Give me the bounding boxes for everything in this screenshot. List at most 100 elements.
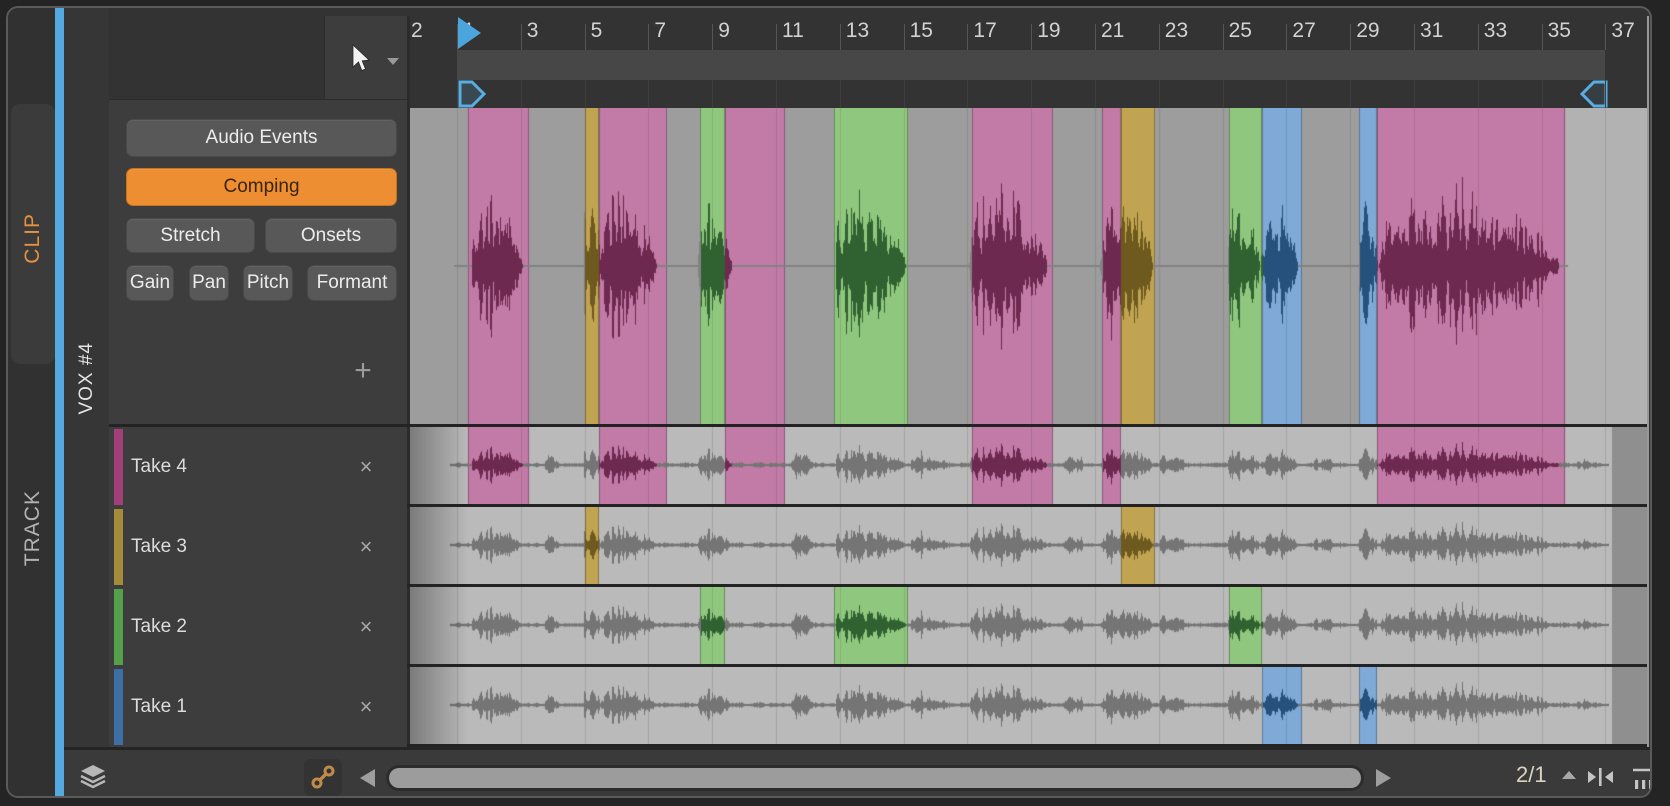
comp-result-area[interactable] xyxy=(410,108,1647,424)
caret-up-icon[interactable] xyxy=(1562,771,1576,779)
ruler-tick xyxy=(1541,24,1543,50)
ruler-label: 37 xyxy=(1611,19,1635,42)
layers-icon[interactable] xyxy=(78,763,108,791)
link-icon xyxy=(311,765,335,789)
take-name-label: Take 2 xyxy=(131,616,187,637)
marker-row-gridline xyxy=(1031,80,1033,108)
clip-accent-line xyxy=(55,8,64,796)
take-lane-take3[interactable] xyxy=(410,507,1647,587)
panel-button-pan[interactable]: Pan xyxy=(189,265,229,301)
scroll-right-icon[interactable] xyxy=(1376,769,1391,787)
marker-row-gridline xyxy=(1222,80,1224,108)
take-name-label: Take 1 xyxy=(131,696,187,717)
marker-row-gridline xyxy=(712,80,714,108)
panel-button-stretch[interactable]: Stretch xyxy=(126,218,255,253)
marker-row-gridline xyxy=(1605,80,1607,108)
playhead-marker[interactable] xyxy=(457,16,483,50)
ruler-tick xyxy=(1222,24,1224,50)
panel-button-formant[interactable]: Formant xyxy=(307,265,397,301)
arrow-cursor-icon xyxy=(352,44,370,72)
ruler-label: 17 xyxy=(973,19,997,42)
marker-row-gridline xyxy=(839,80,841,108)
ruler-label: 27 xyxy=(1292,19,1316,42)
zoom-to-fit-icon[interactable] xyxy=(1586,765,1616,789)
take-lane-take2[interactable] xyxy=(410,587,1647,667)
tab-clip[interactable]: CLIP xyxy=(18,148,48,328)
ruler-tick xyxy=(1477,24,1479,50)
take-close-button[interactable]: × xyxy=(351,507,381,587)
scroll-left-icon[interactable] xyxy=(360,769,375,787)
ruler-label-partial: 2 xyxy=(411,19,423,42)
marker-row-gridline xyxy=(648,80,650,108)
tab-track[interactable]: TRACK xyxy=(18,468,48,588)
clip-marker-row[interactable] xyxy=(410,80,1647,108)
loop-region-bar[interactable] xyxy=(457,50,1606,80)
panel-content-divider xyxy=(407,16,410,747)
marker-row-gridline xyxy=(1414,80,1415,108)
ruler-label: 11 xyxy=(782,19,804,42)
marker-row-gridline xyxy=(1477,80,1479,108)
panel-button-onsets[interactable]: Onsets xyxy=(265,218,397,253)
take-name-label: Take 4 xyxy=(131,456,187,477)
take-color-strip xyxy=(114,589,123,665)
panel-button-comping[interactable]: Comping xyxy=(126,168,397,206)
link-button[interactable] xyxy=(304,759,342,796)
ruler-tick xyxy=(520,24,522,50)
ruler-label: 19 xyxy=(1037,19,1061,42)
ruler-tick xyxy=(967,24,969,50)
ruler-tick xyxy=(712,24,714,50)
lane-left-shadow xyxy=(410,427,468,747)
ruler-tick xyxy=(1605,24,1607,50)
ruler-tick xyxy=(1158,24,1160,50)
ruler-label: 13 xyxy=(845,19,870,42)
ruler-tick xyxy=(1286,24,1288,50)
editor-bottom-bar: 2/1 xyxy=(64,747,1652,796)
marker-row-gridline xyxy=(903,80,905,108)
take-header-take4[interactable]: Take 4 × xyxy=(109,427,407,507)
take-color-strip xyxy=(114,669,123,745)
panel-button-pitch[interactable]: Pitch xyxy=(243,265,293,301)
take-close-button[interactable]: × xyxy=(351,667,381,747)
take-color-strip xyxy=(114,429,123,505)
take-header-take2[interactable]: Take 2 × xyxy=(109,587,407,667)
marker-row-gridline xyxy=(967,80,969,108)
marker-row-gridline xyxy=(1286,80,1288,108)
take-color-strip xyxy=(114,509,123,585)
take-close-button[interactable]: × xyxy=(351,587,381,667)
marker-row-gridline xyxy=(584,80,586,108)
marker-row-gridline xyxy=(457,80,458,108)
grid-resolution-value[interactable]: 2/1 xyxy=(1516,750,1547,796)
scrollbar-thumb[interactable] xyxy=(389,768,1361,788)
take-header-take3[interactable]: Take 3 × xyxy=(109,507,407,587)
timeline-ruler[interactable]: 2135791113151719212325272931333537 xyxy=(410,16,1647,50)
take-header-take1[interactable]: Take 1 × xyxy=(109,667,407,747)
tool-selector-box[interactable] xyxy=(324,16,407,102)
panel-button-gain[interactable]: Gain xyxy=(126,265,174,301)
ruler-label: 5 xyxy=(590,19,603,42)
ruler-tick xyxy=(903,24,905,50)
ruler-label: 25 xyxy=(1228,19,1252,42)
marker-row-gridline xyxy=(1350,80,1352,108)
ruler-tick xyxy=(1350,24,1352,50)
horizontal-scrollbar[interactable] xyxy=(386,765,1364,791)
ruler-label: 7 xyxy=(654,19,667,42)
marker-row-gridline xyxy=(520,80,522,108)
take-lane-take4[interactable] xyxy=(410,427,1647,507)
marker-row-gridline xyxy=(1095,80,1096,108)
ruler-label: 15 xyxy=(909,19,933,42)
ruler-label: 29 xyxy=(1356,19,1380,42)
ruler-label: 21 xyxy=(1101,19,1125,42)
caret-down-icon[interactable] xyxy=(387,58,399,65)
add-take-button[interactable]: + xyxy=(346,354,380,388)
take-close-button[interactable]: × xyxy=(351,427,381,507)
ruler-tick xyxy=(1031,24,1033,50)
ruler-label: 3 xyxy=(526,19,539,42)
follow-playhead-icon[interactable] xyxy=(1630,762,1652,792)
ruler-tick xyxy=(1095,24,1096,50)
ruler-label: 35 xyxy=(1547,19,1571,42)
ruler-label: 23 xyxy=(1164,19,1189,42)
ruler-label: 31 xyxy=(1420,19,1444,42)
panel-button-audio-events[interactable]: Audio Events xyxy=(126,119,397,157)
clip-start-marker[interactable] xyxy=(457,80,487,108)
take-lane-take1[interactable] xyxy=(410,667,1647,747)
